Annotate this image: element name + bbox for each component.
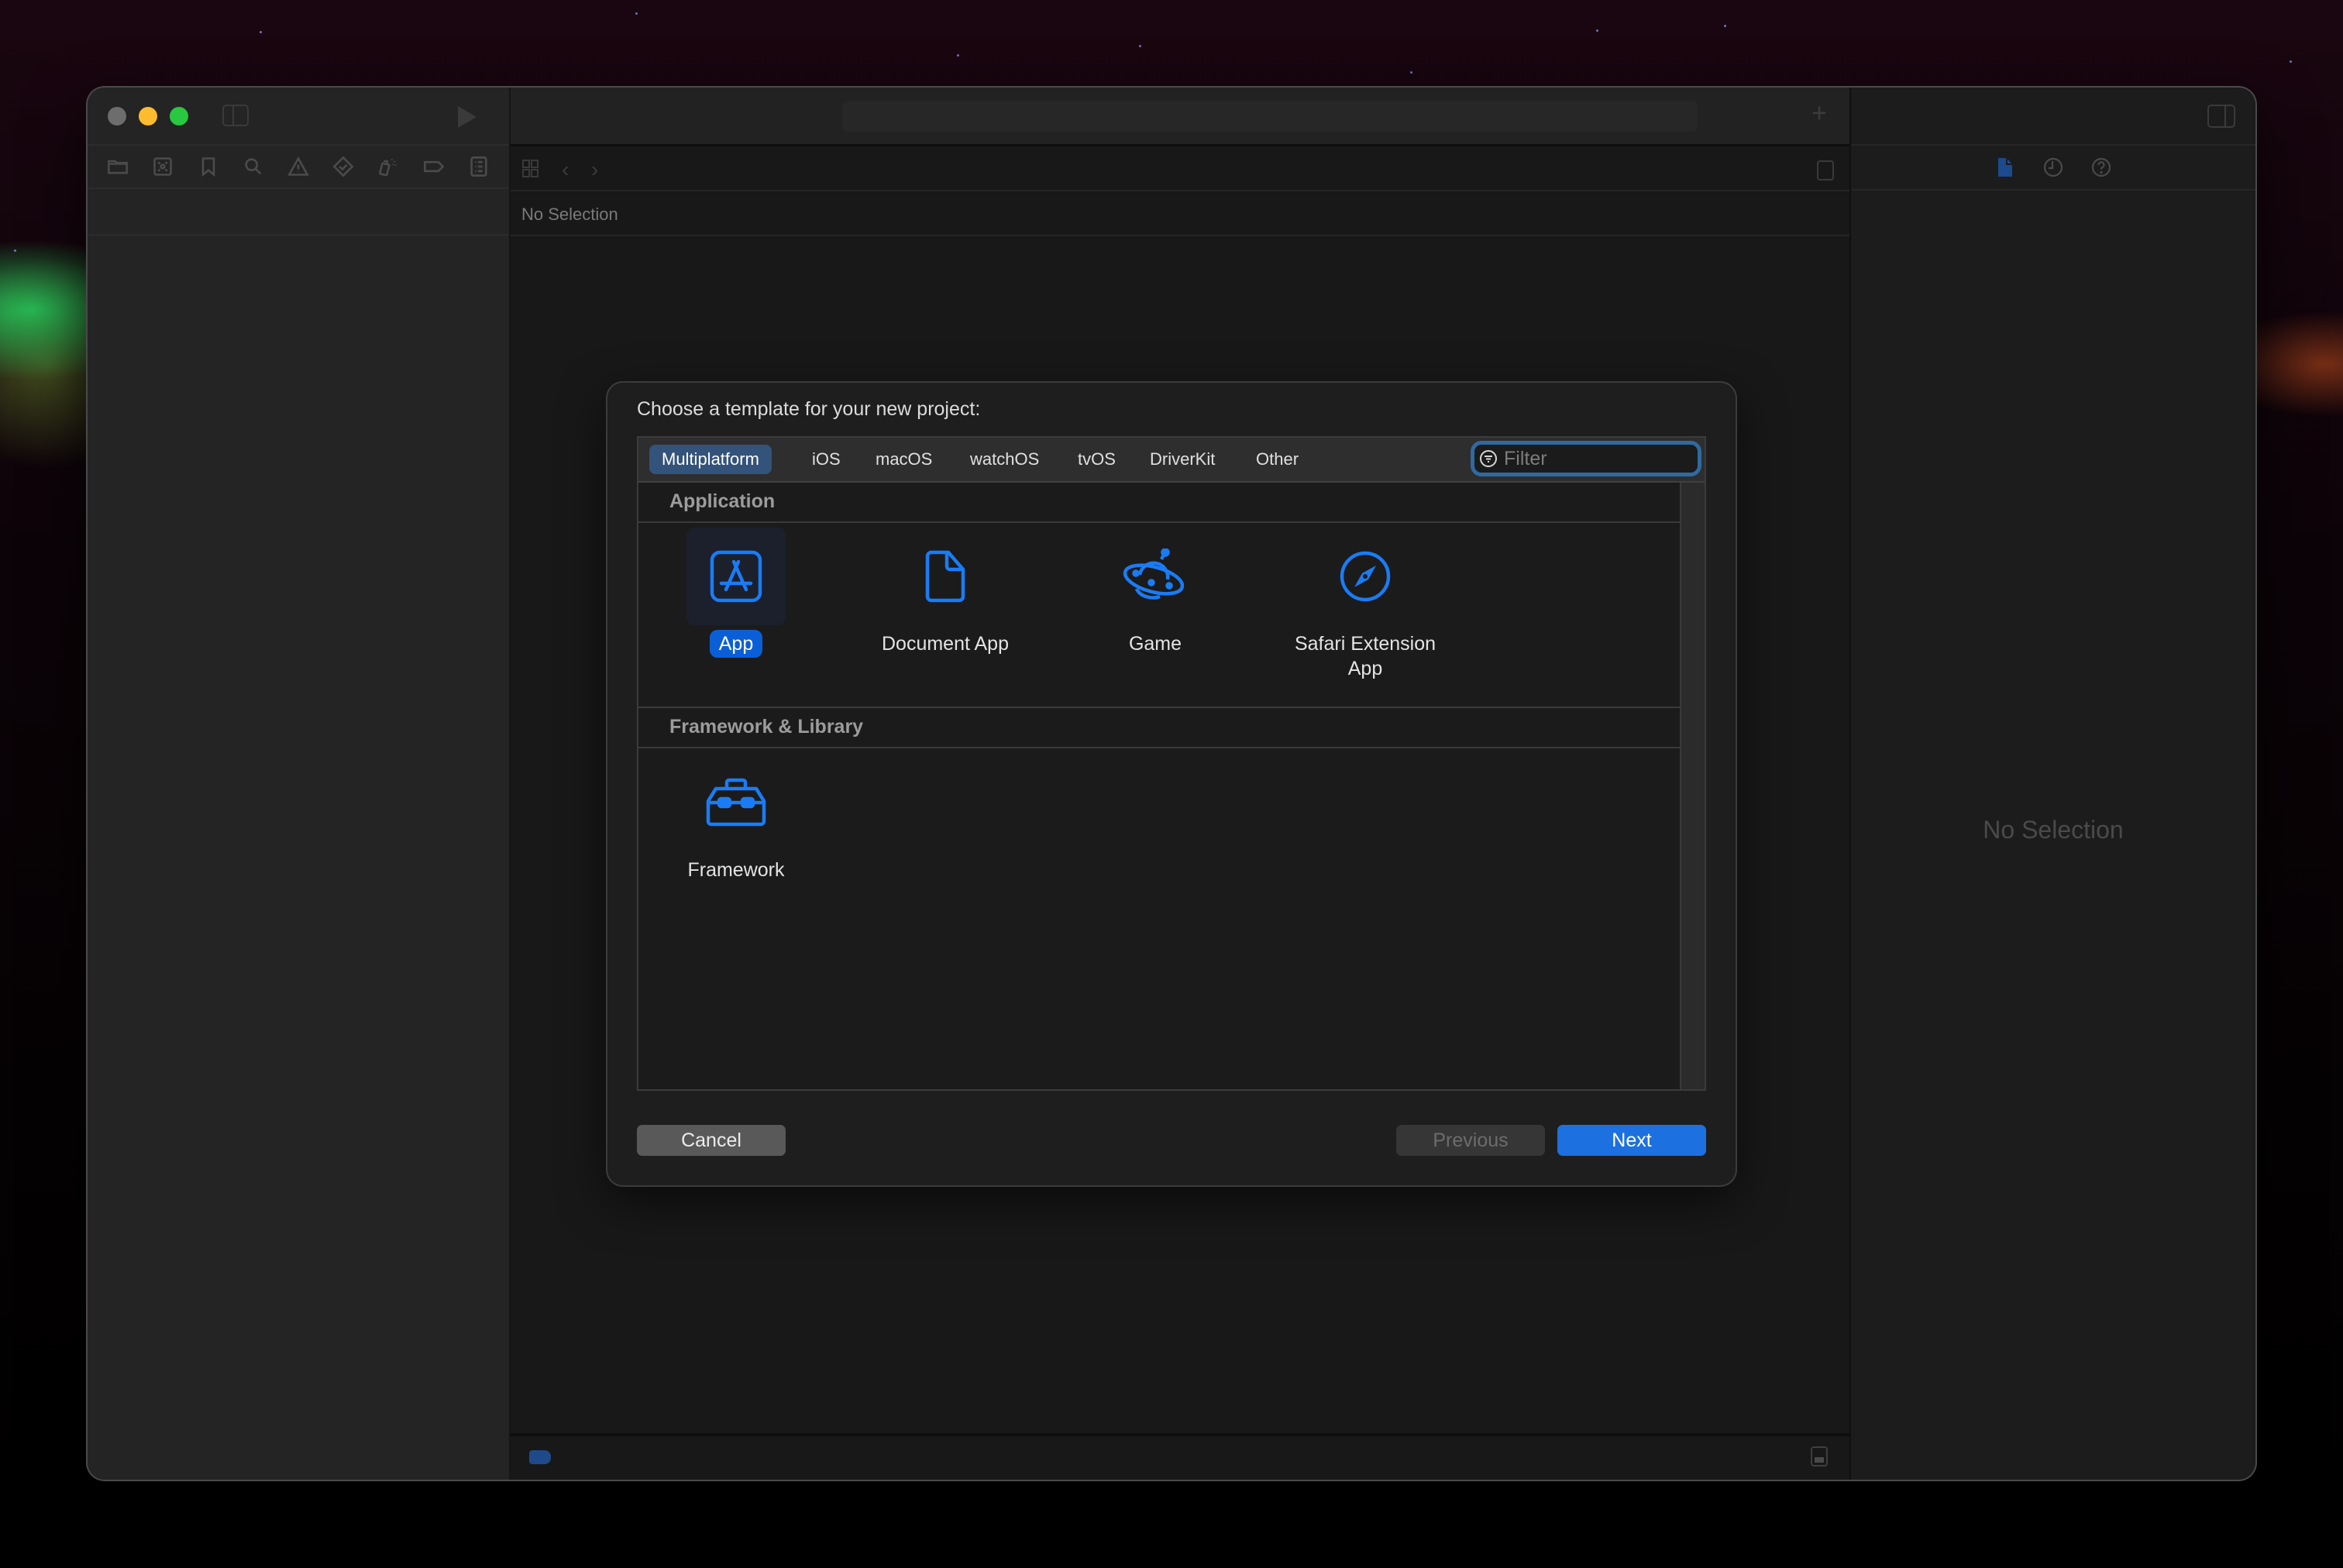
app-store-icon [710, 550, 762, 603]
breakpoint-icon[interactable] [422, 155, 446, 178]
history-icon[interactable] [2042, 156, 2064, 178]
previous-button[interactable]: Previous [1396, 1125, 1545, 1156]
star [2290, 60, 2292, 63]
tab-multiplatform[interactable]: Multiplatform [649, 445, 772, 474]
dialog-title: Choose a template for your new project: [637, 398, 981, 420]
template-document-app[interactable]: Document App [845, 528, 1046, 658]
template-label: Safari Extension App [1294, 633, 1436, 679]
template-list: Application App Document App Game Safari… [638, 483, 1680, 1089]
breadcrumb: No Selection [521, 205, 618, 224]
debug-icon[interactable] [377, 155, 400, 178]
star [14, 249, 16, 252]
report-icon[interactable] [467, 155, 490, 178]
zoom-window-button[interactable] [170, 107, 188, 126]
star [957, 54, 959, 57]
bookmark-icon[interactable] [197, 155, 220, 178]
related-items-icon[interactable] [521, 159, 540, 179]
breakpoints-toggle-icon[interactable] [529, 1450, 551, 1464]
editor-tab-bar: ‹ › [511, 146, 1851, 191]
tab-ios[interactable]: iOS [800, 445, 853, 474]
inspector-tabs [1851, 146, 2255, 191]
minimize-window-button[interactable] [139, 107, 157, 126]
tab-other[interactable]: Other [1244, 445, 1311, 474]
file-inspector-icon[interactable] [1994, 156, 2016, 178]
template-safari-extension-app[interactable]: Safari Extension App [1264, 528, 1466, 683]
toolbar-right [1851, 88, 2255, 146]
add-editor-icon[interactable] [1817, 160, 1834, 181]
compass-icon [1340, 551, 1391, 602]
template-scrollbar[interactable] [1680, 483, 1705, 1089]
star [260, 31, 262, 33]
platform-tab-bar: Multiplatform iOS macOS watchOS tvOS Dri… [638, 438, 1705, 483]
template-app[interactable]: App [635, 528, 837, 658]
console-toggle-icon[interactable] [1811, 1446, 1828, 1467]
tab-watchos[interactable]: watchOS [958, 445, 1051, 474]
star [1410, 71, 1412, 74]
section-header-framework-library: Framework & Library [638, 708, 1680, 748]
template-label: App [709, 630, 763, 658]
filter-input[interactable] [1502, 446, 1684, 471]
toggle-navigator-icon[interactable] [222, 105, 249, 126]
section-header-application: Application [638, 483, 1680, 523]
source-control-icon[interactable] [151, 155, 174, 178]
star [1596, 29, 1598, 32]
ufo-icon [1123, 548, 1185, 600]
debug-bar [511, 1433, 1851, 1480]
filter-icon [1480, 450, 1497, 467]
plus-icon[interactable]: + [1808, 100, 1831, 126]
template-label: Framework [687, 859, 785, 881]
quick-help-icon[interactable] [2090, 156, 2112, 178]
toggle-inspector-icon[interactable] [2207, 105, 2235, 128]
jump-bar: No Selection [511, 191, 1851, 236]
navigator-selector-bar [88, 146, 509, 189]
activity-viewer [842, 101, 1698, 132]
run-icon[interactable] [458, 106, 477, 128]
section-title: Application [669, 490, 776, 512]
tab-tvos[interactable]: tvOS [1065, 445, 1128, 474]
new-project-template-sheet: Choose a template for your new project: … [607, 383, 1736, 1185]
template-framework[interactable]: Framework [635, 754, 837, 884]
navigator-pane [88, 88, 511, 1480]
toolbox-icon [706, 778, 766, 827]
star [1724, 25, 1726, 27]
document-icon [925, 550, 965, 603]
navigator-content [88, 191, 509, 236]
search-icon[interactable] [242, 155, 265, 178]
filter-field[interactable] [1471, 441, 1701, 476]
toolbar-left [88, 88, 509, 146]
cancel-button[interactable]: Cancel [637, 1125, 786, 1156]
toolbar-center: + [511, 88, 1851, 146]
tab-driverkit[interactable]: DriverKit [1137, 445, 1227, 474]
section-title: Framework & Library [669, 716, 864, 738]
back-icon[interactable]: ‹ [562, 157, 569, 182]
inspector-pane: No Selection [1849, 88, 2255, 1480]
template-game[interactable]: Game [1055, 528, 1256, 658]
forward-icon[interactable]: › [591, 157, 598, 182]
tab-macos[interactable]: macOS [863, 445, 944, 474]
folder-icon[interactable] [106, 155, 129, 178]
test-icon[interactable] [332, 155, 355, 178]
inspector-empty-label: No Selection [1983, 816, 2124, 844]
template-label: Document App [882, 633, 1009, 655]
star [635, 12, 638, 15]
next-button[interactable]: Next [1557, 1125, 1706, 1156]
template-chooser: Multiplatform iOS macOS watchOS tvOS Dri… [637, 436, 1706, 1091]
star [1139, 45, 1141, 47]
template-label: Game [1128, 633, 1182, 655]
warning-icon[interactable] [287, 155, 310, 178]
close-window-button[interactable] [108, 107, 126, 126]
